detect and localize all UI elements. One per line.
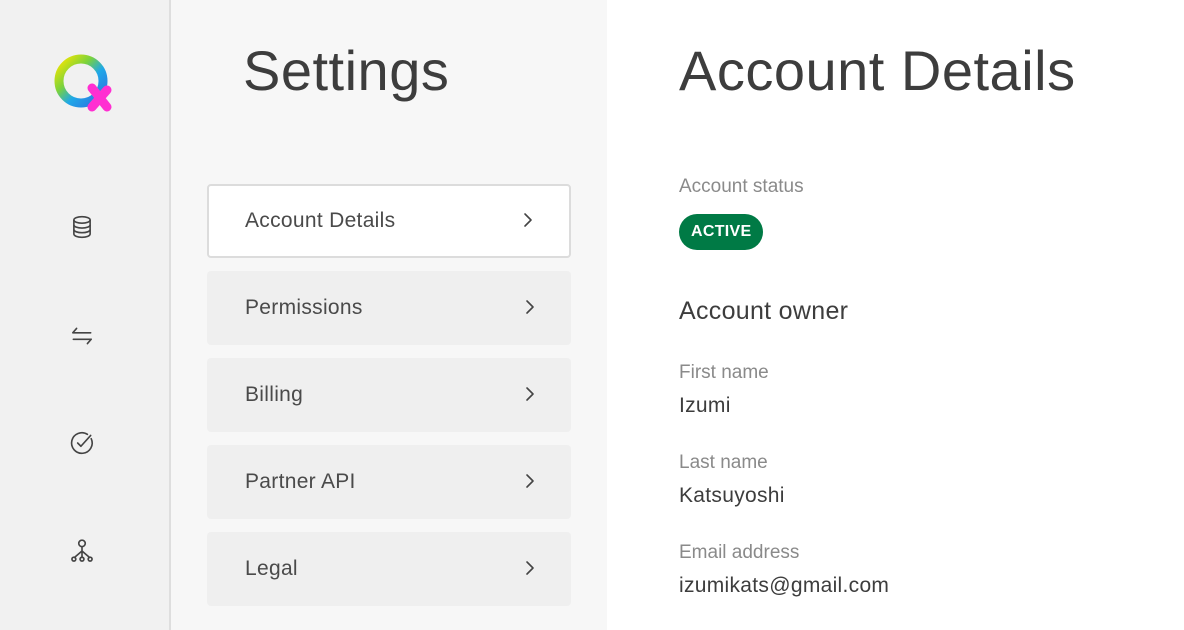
nav-item-label: Account Details xyxy=(245,209,396,232)
nav-item-legal[interactable]: Legal xyxy=(207,532,571,606)
nav-item-billing[interactable]: Billing xyxy=(207,358,571,432)
account-owner-heading: Account owner xyxy=(679,297,849,325)
arrows-swap-icon[interactable] xyxy=(62,316,102,356)
app-logo-icon[interactable] xyxy=(52,52,112,112)
chevron-right-icon xyxy=(526,300,534,314)
nav-item-label: Permissions xyxy=(245,296,363,319)
page-title: Account Details xyxy=(679,39,1076,102)
nav-item-label: Legal xyxy=(245,557,298,580)
nav-item-account-details[interactable]: Account Details xyxy=(207,184,571,258)
nav-item-label: Billing xyxy=(245,383,304,406)
email-value: izumikats@gmail.com xyxy=(679,574,890,597)
nav-item-partner-api[interactable]: Partner API xyxy=(207,445,571,519)
app-root: Settings Account Details Permissions Bil… xyxy=(0,0,1184,630)
left-rail xyxy=(0,0,171,630)
settings-nav-panel: Settings Account Details Permissions Bil… xyxy=(171,0,607,630)
chevron-right-icon xyxy=(526,474,534,488)
chevron-right-icon xyxy=(526,561,534,575)
first-name-value: Izumi xyxy=(679,394,731,417)
last-name-value: Katsuyoshi xyxy=(679,484,785,507)
first-name-label: First name xyxy=(679,362,769,383)
status-badge: ACTIVE xyxy=(679,214,764,250)
check-circle-icon[interactable] xyxy=(62,423,102,463)
email-label: Email address xyxy=(679,542,800,563)
database-icon[interactable] xyxy=(62,207,102,247)
last-name-label: Last name xyxy=(679,452,768,473)
nav-item-permissions[interactable]: Permissions xyxy=(207,271,571,345)
chevron-right-icon xyxy=(524,213,532,227)
network-user-icon[interactable] xyxy=(62,531,102,571)
account-details-panel: Account Details Account status ACTIVE Ac… xyxy=(607,0,1184,630)
nav-item-label: Partner API xyxy=(245,470,356,493)
settings-title: Settings xyxy=(243,39,450,102)
chevron-right-icon xyxy=(526,387,534,401)
account-status-label: Account status xyxy=(679,176,804,197)
